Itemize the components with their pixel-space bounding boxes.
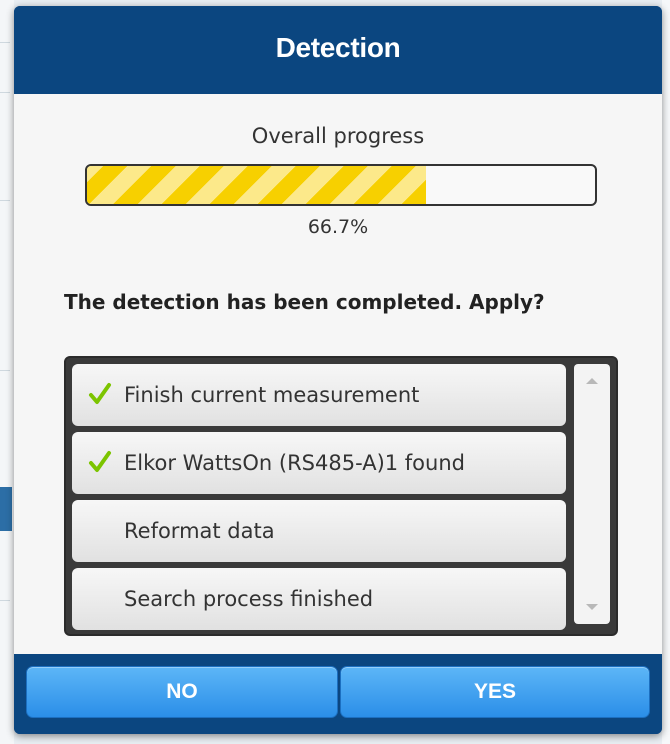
chevron-down-icon[interactable] [586,604,598,610]
dialog-body: Overall progress 66.7% The detection has… [14,94,662,654]
background-tab [0,487,12,531]
check-icon [89,383,111,404]
step-label: Search process finished [124,587,374,611]
no-button[interactable]: NO [26,666,338,718]
scrollbar[interactable] [574,364,610,624]
yes-button[interactable]: YES [340,666,650,718]
progress-value: 66.7% [307,216,369,238]
background-page-edge-right [662,0,670,744]
list-item: Finish current measurement [72,364,566,426]
apply-question: The detection has been completed. Apply? [64,290,545,314]
detection-dialog: Detection Overall progress 66.7% The det… [14,6,662,734]
dialog-footer: NO YES [14,654,662,734]
chevron-up-icon[interactable] [586,378,598,384]
list-item: Reformat data [72,500,566,562]
progress-label: Overall progress [251,124,425,148]
list-item: Elkor WattsOn (RS485-A)1 found [72,432,566,494]
progress-bar-fill [87,166,426,204]
list-item: Search process finished [72,568,566,630]
progress-bar [85,164,597,206]
step-label: Elkor WattsOn (RS485-A)1 found [124,451,465,475]
dialog-header: Detection [14,6,662,94]
steps-list: Finish current measurement Elkor WattsOn… [72,364,566,634]
steps-list-box: Finish current measurement Elkor WattsOn… [64,356,618,636]
step-label: Finish current measurement [124,383,420,407]
background-page-edge [0,0,14,744]
step-label: Reformat data [124,519,275,543]
dialog-title: Detection [275,32,401,63]
check-icon [89,451,111,472]
